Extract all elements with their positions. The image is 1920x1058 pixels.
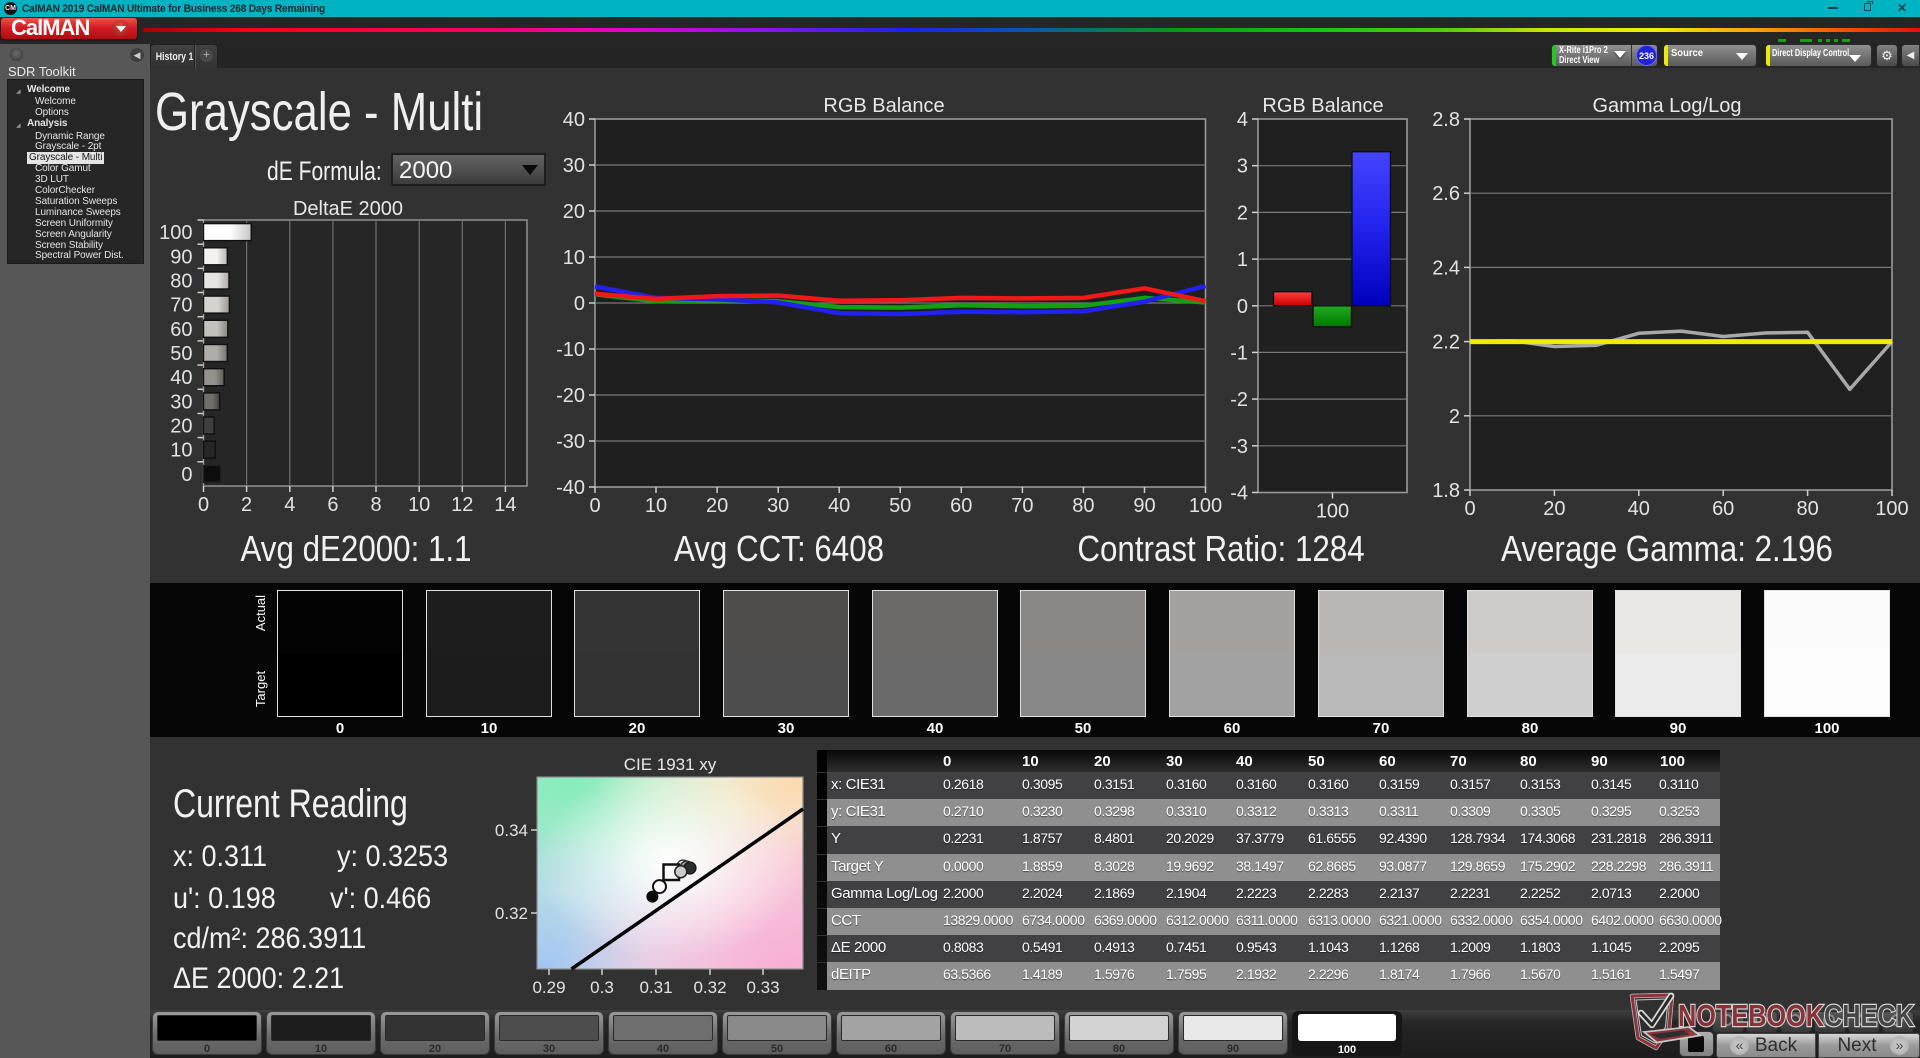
svg-text:60: 60 (1712, 498, 1734, 520)
svg-text:40: 40 (563, 109, 585, 131)
svg-text:2.4: 2.4 (1432, 257, 1460, 279)
svg-text:6: 6 (327, 494, 338, 516)
svg-text:-30: -30 (556, 431, 585, 453)
svg-text:2: 2 (241, 494, 252, 516)
svg-text:30: 30 (563, 155, 585, 177)
svg-text:70: 70 (1011, 495, 1033, 517)
svg-text:0.33: 0.33 (746, 978, 779, 995)
svg-text:1.8: 1.8 (1432, 480, 1460, 502)
svg-text:Gamma Log/Log: Gamma Log/Log (1593, 95, 1742, 117)
svg-text:0.3: 0.3 (590, 978, 614, 995)
svg-text:0.34: 0.34 (495, 821, 528, 840)
svg-text:0: 0 (1237, 296, 1248, 318)
svg-text:80: 80 (170, 271, 192, 293)
svg-text:-1: -1 (1230, 342, 1248, 364)
svg-text:10: 10 (408, 494, 430, 516)
svg-text:RGB Balance: RGB Balance (1262, 95, 1383, 117)
svg-text:12: 12 (451, 494, 473, 516)
svg-text:14: 14 (494, 494, 516, 516)
svg-text:-10: -10 (556, 339, 585, 361)
svg-text:0: 0 (589, 495, 600, 517)
svg-text:100: 100 (1875, 498, 1908, 520)
svg-text:CHECK: CHECK (1824, 999, 1914, 1033)
svg-text:90: 90 (170, 246, 192, 268)
svg-text:10: 10 (170, 440, 192, 462)
svg-text:10: 10 (563, 247, 585, 269)
svg-text:0: 0 (1464, 498, 1475, 520)
svg-text:50: 50 (889, 495, 911, 517)
svg-text:0.32: 0.32 (693, 978, 726, 995)
svg-text:40: 40 (828, 495, 850, 517)
svg-text:100: 100 (1189, 495, 1222, 517)
svg-text:50: 50 (170, 343, 192, 365)
svg-text:20: 20 (1543, 498, 1565, 520)
svg-text:90: 90 (1133, 495, 1155, 517)
svg-text:10: 10 (645, 495, 667, 517)
svg-text:CIE 1931 xy: CIE 1931 xy (624, 755, 717, 774)
svg-text:20: 20 (170, 416, 192, 438)
svg-text:30: 30 (170, 391, 192, 413)
svg-text:40: 40 (1628, 498, 1650, 520)
svg-text:-40: -40 (556, 477, 585, 499)
svg-text:1: 1 (1237, 249, 1248, 271)
svg-text:0: 0 (181, 464, 192, 486)
svg-text:2.6: 2.6 (1432, 183, 1460, 205)
svg-text:-3: -3 (1230, 436, 1248, 458)
svg-text:-2: -2 (1230, 389, 1248, 411)
svg-text:8: 8 (370, 494, 381, 516)
svg-text:2.2: 2.2 (1432, 332, 1460, 354)
svg-text:80: 80 (1796, 498, 1818, 520)
svg-text:0.29: 0.29 (532, 978, 565, 995)
svg-text:2: 2 (1449, 406, 1460, 428)
svg-text:4: 4 (284, 494, 295, 516)
svg-text:-20: -20 (556, 385, 585, 407)
svg-text:2: 2 (1237, 202, 1248, 224)
svg-text:60: 60 (170, 319, 192, 341)
svg-text:DeltaE 2000: DeltaE 2000 (293, 198, 403, 220)
svg-text:100: 100 (159, 222, 192, 244)
svg-text:-4: -4 (1230, 483, 1248, 505)
svg-text:30: 30 (767, 495, 789, 517)
svg-text:0.32: 0.32 (495, 904, 528, 923)
svg-text:70: 70 (170, 295, 192, 317)
svg-text:4: 4 (1237, 109, 1248, 131)
svg-text:0: 0 (574, 293, 585, 315)
svg-text:80: 80 (1072, 495, 1094, 517)
svg-text:0.31: 0.31 (639, 978, 672, 995)
svg-text:40: 40 (170, 367, 192, 389)
svg-text:2.8: 2.8 (1432, 109, 1460, 131)
svg-text:20: 20 (563, 201, 585, 223)
svg-text:20: 20 (706, 495, 728, 517)
svg-text:3: 3 (1237, 156, 1248, 178)
svg-text:60: 60 (950, 495, 972, 517)
svg-text:100: 100 (1316, 501, 1349, 521)
svg-text:0: 0 (198, 494, 209, 516)
svg-text:RGB Balance: RGB Balance (823, 95, 944, 117)
svg-text:NOTEBOOK: NOTEBOOK (1678, 999, 1824, 1033)
